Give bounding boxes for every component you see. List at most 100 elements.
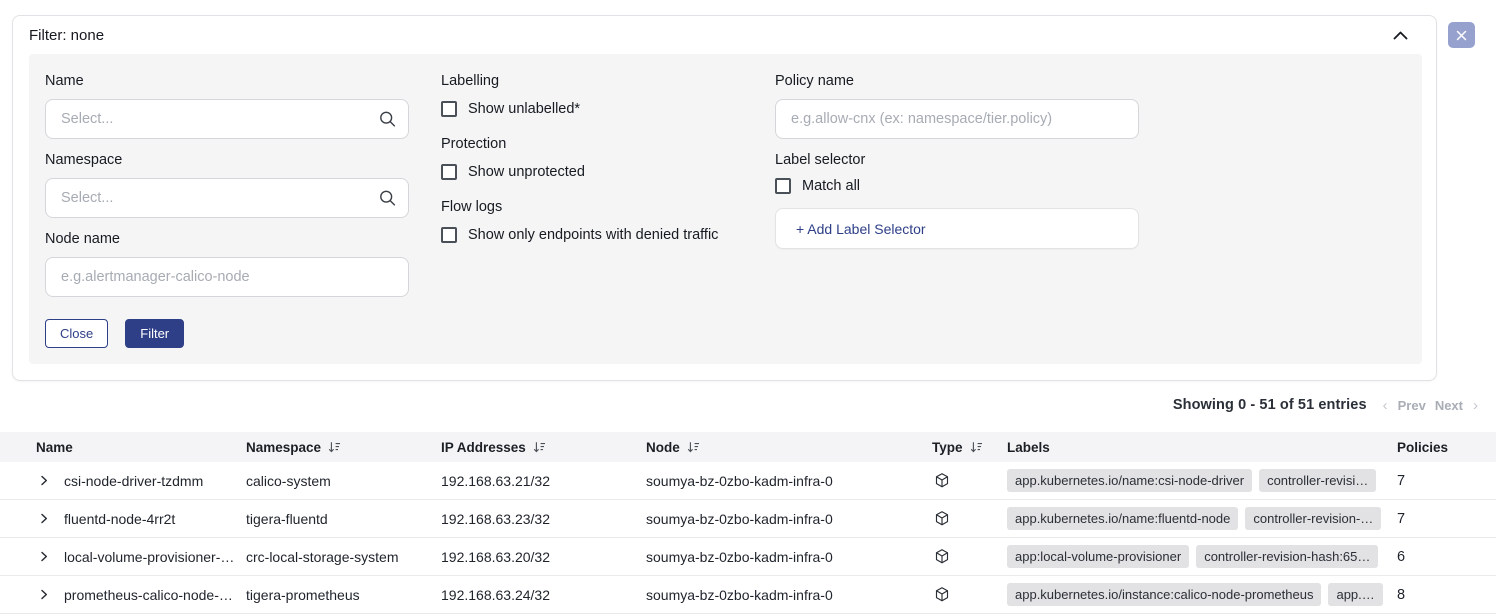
name-select-input[interactable]	[45, 99, 409, 139]
pod-type-icon	[934, 510, 950, 527]
protection-group-label: Protection	[441, 136, 743, 152]
flow-logs-group: Flow logs Show only endpoints with denie…	[441, 199, 743, 243]
prev-page-link[interactable]: Prev	[1398, 398, 1426, 413]
expand-row-chevron-icon[interactable]	[37, 511, 51, 526]
name-field-label: Name	[45, 73, 409, 89]
endpoint-type-cell	[932, 548, 1007, 565]
next-page-link[interactable]: Next	[1435, 398, 1463, 413]
table-header-row: Name Namespace IP Addresses NodeType Labels P…	[0, 432, 1496, 462]
pod-type-icon	[934, 472, 950, 489]
pagination-bar: Showing 0 - 51 of 51 entries ‹ Prev Next…	[1173, 397, 1479, 413]
policy-name-field-label: Policy name	[775, 73, 1139, 89]
search-icon	[378, 189, 397, 208]
filter-column-middle: Labelling Show unlabelled* Protection Sh…	[441, 73, 743, 348]
denied-traffic-checkbox[interactable]	[441, 227, 457, 243]
close-button[interactable]: Close	[45, 319, 108, 348]
label-pill: app.kubernetes.io/name:fluentd-node	[1007, 507, 1238, 530]
endpoint-name: prometheus-calico-node-…	[64, 587, 233, 603]
next-chevron-icon[interactable]: ›	[1472, 398, 1479, 413]
table-row[interactable]: prometheus-calico-node-…tigera-prometheu…	[0, 576, 1496, 614]
label-pill: controller-revisi…	[1259, 469, 1376, 492]
endpoints-page: Filter: none Name	[0, 0, 1496, 603]
show-unprotected-checkbox[interactable]	[441, 164, 457, 180]
namespace-field-label: Namespace	[45, 152, 409, 168]
label-pill: app.kubernetes.io/name:csi-node-driver	[1007, 469, 1252, 492]
table-row[interactable]: csi-node-driver-tzdmm calico-system192.16…	[0, 462, 1496, 500]
endpoint-policies-count: 6	[1397, 549, 1496, 565]
column-header-type[interactable]: Type	[932, 440, 1007, 455]
endpoint-policies-count: 8	[1397, 587, 1496, 603]
match-all-label: Match all	[802, 178, 860, 194]
filter-panel-header: Filter: none	[13, 16, 1436, 54]
endpoint-node: soumya-bz-0zbo-kadm-infra-0	[646, 473, 932, 489]
endpoint-labels-cell: app.kubernetes.io/name:csi-node-driver co…	[1007, 469, 1397, 492]
table-row[interactable]: fluentd-node-4rr2ttigera-fluentd192.168.…	[0, 500, 1496, 538]
collapse-panel-button[interactable]	[1391, 29, 1410, 42]
endpoint-node: soumya-bz-0zbo-kadm-infra-0	[646, 549, 932, 565]
endpoint-name: local-volume-provisioner-…	[64, 549, 234, 565]
endpoints-table: Name Namespace IP Addresses NodeType Labels P…	[0, 432, 1496, 614]
search-icon	[378, 110, 397, 129]
node-name-input[interactable]	[45, 257, 409, 297]
pod-type-icon	[934, 586, 950, 603]
match-all-checkbox[interactable]	[775, 178, 791, 194]
show-unprotected-label: Show unprotected	[468, 164, 585, 180]
endpoint-type-cell	[932, 510, 1007, 527]
sort-icon[interactable]	[687, 441, 700, 454]
column-header-policies: Policies	[1397, 440, 1496, 455]
entries-summary: Showing 0 - 51 of 51 entries	[1173, 397, 1367, 413]
endpoint-type-cell	[932, 472, 1007, 489]
column-label: IP Addresses	[441, 440, 526, 455]
endpoint-name-cell: csi-node-driver-tzdmm	[36, 473, 246, 489]
prev-chevron-icon[interactable]: ‹	[1382, 398, 1389, 413]
sort-icon[interactable]	[328, 441, 341, 454]
table-body: csi-node-driver-tzdmmcalico-system192.16…	[0, 462, 1496, 614]
endpoint-name: fluentd-node-4rr2t	[64, 511, 175, 527]
column-label: Type	[932, 440, 963, 455]
endpoint-policies-count: 7	[1397, 511, 1496, 527]
column-label: Labels	[1007, 440, 1050, 455]
column-header-ip-addresses[interactable]: IP Addresses	[441, 440, 646, 455]
endpoint-node: soumya-bz-0zbo-kadm-infra-0	[646, 587, 932, 603]
sort-icon[interactable]	[533, 441, 546, 454]
show-unlabelled-checkbox[interactable]	[441, 101, 457, 117]
endpoint-namespace: calico-system	[246, 473, 441, 489]
filter-button[interactable]: Filter	[125, 319, 184, 348]
sort-icon[interactable]	[970, 441, 983, 454]
protection-group: Protection Show unprotected	[441, 136, 743, 180]
labelling-group: Labelling Show unlabelled*	[441, 73, 743, 117]
label-pill: controller-revision-…	[1245, 507, 1381, 530]
column-header-namespace[interactable]: Namespace	[246, 440, 441, 455]
filter-panel-title: Filter: none	[29, 27, 104, 44]
labelling-group-label: Labelling	[441, 73, 743, 89]
column-label: Namespace	[246, 440, 321, 455]
endpoint-name-cell: fluentd-node-4rr2t	[36, 511, 246, 527]
endpoint-ip-address: 192.168.63.23/32	[441, 511, 646, 527]
node-name-field-label: Node name	[45, 231, 409, 247]
endpoint-labels-cell: app:local-volume-provisionercontroller-r…	[1007, 545, 1397, 568]
panel-close-button[interactable]	[1448, 22, 1475, 48]
endpoint-type-cell	[932, 586, 1007, 603]
namespace-select-input[interactable]	[45, 178, 409, 218]
column-header-node[interactable]: Node	[646, 440, 932, 455]
column-label: Name	[36, 440, 73, 455]
expand-row-chevron-icon[interactable]	[37, 473, 51, 488]
add-label-selector-button[interactable]: + Add Label Selector	[775, 208, 1139, 249]
pod-type-icon	[934, 548, 950, 565]
close-icon	[1456, 30, 1467, 41]
endpoint-name-cell: local-volume-provisioner-…	[36, 549, 246, 565]
endpoint-name: csi-node-driver-tzdmm	[64, 473, 203, 489]
filter-panel: Filter: none Name	[12, 15, 1437, 381]
filter-column-left: Name Namespace	[45, 73, 409, 348]
denied-traffic-label: Show only endpoints with denied traffic	[468, 227, 718, 243]
expand-row-chevron-icon[interactable]	[37, 587, 51, 602]
endpoint-ip-address: 192.168.63.21/32	[441, 473, 646, 489]
expand-row-chevron-icon[interactable]	[37, 549, 51, 564]
column-header-labels: Labels	[1007, 440, 1397, 455]
endpoint-ip-address: 192.168.63.20/32	[441, 549, 646, 565]
label-pill: app:local-volume-provisioner	[1007, 545, 1189, 568]
table-row[interactable]: local-volume-provisioner-…crc-local-stor…	[0, 538, 1496, 576]
column-header-name: Name	[36, 440, 246, 455]
policy-name-input[interactable]	[775, 99, 1139, 139]
chevron-up-icon	[1393, 31, 1408, 40]
